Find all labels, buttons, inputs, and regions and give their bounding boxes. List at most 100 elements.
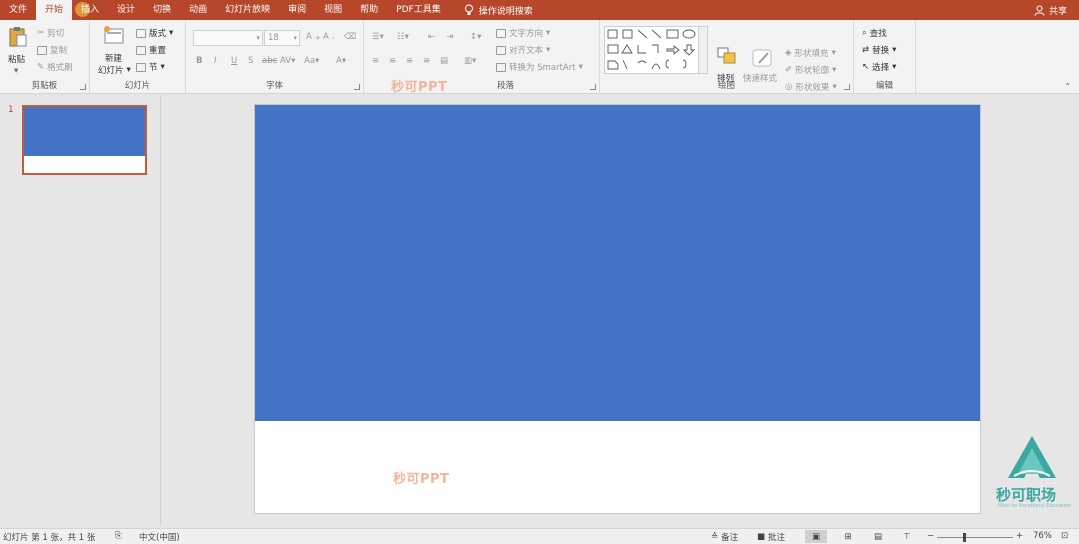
spelling-icon[interactable]: ⎘ [115,531,122,541]
copy-button[interactable]: 复制 [37,44,67,56]
align-center-button[interactable]: ≡ [389,56,396,66]
shape-fill-button[interactable]: ◈ 形状填充 ▾ [785,47,836,59]
clipboard-launcher-icon[interactable] [80,84,86,90]
tab-insert[interactable]: 插入 [72,0,108,20]
section-icon [136,62,146,72]
format-painter-button[interactable]: ✎ 格式刷 [37,61,73,73]
bullets-button[interactable]: ☰▾ [372,32,384,42]
tab-pdf-tools[interactable]: PDF工具集 [387,0,450,20]
blue-rectangle-shape[interactable] [255,105,980,421]
paste-button[interactable]: 粘贴 [8,53,25,65]
bold-button[interactable]: B [196,56,202,66]
justify-button[interactable]: ≡ [423,56,430,66]
tab-view[interactable]: 视图 [315,0,351,20]
section-button[interactable]: 节 ▾ [136,61,165,73]
font-group: 18 A+ A- ⌫ B I U S abc AV▾ Aa▾ A▾ 字体 [186,20,364,94]
smartart-icon [496,62,506,72]
tab-file[interactable]: 文件 [0,0,36,20]
columns-button[interactable]: ▥▾ [464,56,476,66]
slide-thumbnail[interactable] [22,105,147,175]
arrange-button[interactable]: 排列 [717,72,734,84]
replace-button[interactable]: ⇄ 替换 ▾ [862,44,896,56]
tell-me-search[interactable]: 操作说明搜索 [450,4,533,17]
char-spacing-button[interactable]: AV▾ [280,56,295,66]
normal-view-button[interactable]: ▣ [805,530,827,543]
shapes-gallery-icons [607,29,696,70]
strikethrough-button[interactable]: abc [262,56,277,66]
shape-effects-button[interactable]: ◎ 形状效果 ▾ [785,81,837,93]
font-launcher-icon[interactable] [354,84,360,90]
watermark-slide: 秒可PPT [393,472,450,487]
font-size-combo[interactable]: 18 [264,30,300,46]
comments-button[interactable]: ■ 批注 [757,531,785,543]
slideshow-button[interactable]: ⊤ [896,530,918,543]
reset-button[interactable]: 重置 [136,44,166,56]
align-text-button[interactable]: 对齐文本 ▾ [496,44,550,56]
fit-to-window-icon[interactable]: ⊡ [1061,531,1068,541]
search-icon: ⌕ [862,28,867,38]
slide-sorter-icon: ⊞ [844,531,852,542]
status-bar: 幻灯片 第 1 张，共 1 张 ⎘ 中文(中国) ≙ 备注 ■ 批注 ▣ ⊞ ▤ ⊤… [0,528,1079,544]
tab-help[interactable]: 帮助 [351,0,387,20]
layout-button[interactable]: 版式 ▾ [136,27,173,39]
select-button[interactable]: ↖ 选择 ▾ [862,61,896,73]
tab-slideshow[interactable]: 幻灯片放映 [216,0,279,20]
change-case-button[interactable]: Aa▾ [304,56,319,66]
italic-button[interactable]: I [214,56,217,66]
notes-button[interactable]: ≙ 备注 [711,531,738,543]
clear-format-icon[interactable]: ⌫ [344,32,356,42]
font-group-label: 字体 [265,81,283,91]
numbering-button[interactable]: ☷▾ [397,32,409,42]
tab-design[interactable]: 设计 [108,0,144,20]
font-color-button[interactable]: A▾ [336,56,346,66]
quick-styles-button[interactable]: 快速样式 [743,72,777,84]
layout-icon [136,28,146,38]
editing-group-label: 编辑 [875,81,893,91]
tell-me-label: 操作说明搜索 [478,6,533,17]
chevron-down-icon: ▾ [169,28,174,38]
line-spacing-button[interactable]: ↕▾ [470,32,481,42]
increase-indent-button[interactable]: ⇥ [446,32,453,42]
tab-home[interactable]: 开始 [36,0,73,20]
underline-button[interactable]: U [231,56,237,66]
new-slide-button[interactable]: 幻灯片 ▾ [98,64,131,76]
align-left-button[interactable]: ≡ [372,56,379,66]
zoom-in-button[interactable]: + [1016,531,1023,541]
shadow-button[interactable]: S [248,56,253,66]
font-name-combo[interactable] [193,30,263,46]
increase-font-button[interactable]: A + [306,32,321,42]
share-button[interactable]: 共享 [1034,0,1067,20]
find-button[interactable]: ⌕ 查找 [862,27,887,39]
comments-label: 批注 [768,533,786,543]
drawing-launcher-icon[interactable] [844,84,850,90]
slide-sorter-button[interactable]: ⊞ [837,530,859,543]
distributed-button[interactable]: ▤ [440,56,448,66]
cut-button[interactable]: ✂ 剪切 [37,27,64,39]
effects-icon: ◎ [785,82,793,92]
zoom-out-button[interactable]: − [927,531,934,541]
align-right-button[interactable]: ≡ [406,56,413,66]
slideshow-icon: ⊤ [903,531,911,542]
decrease-font-button[interactable]: A- [323,32,334,42]
tab-animations[interactable]: 动画 [180,0,216,20]
smartart-button[interactable]: 转换为 SmartArt ▾ [496,61,583,73]
tab-transitions[interactable]: 切换 [144,0,180,20]
new-slide-label-1[interactable]: 新建 [105,52,122,64]
paste-dropdown[interactable]: ▾ [14,66,18,76]
shapes-gallery[interactable] [604,26,704,74]
text-direction-label: 文字方向 [509,29,544,39]
zoom-slider-thumb[interactable] [963,533,966,542]
shape-outline-button[interactable]: ✐ 形状轮廓 ▾ [785,64,836,76]
reading-view-button[interactable]: ▤ [867,530,889,543]
language-indicator[interactable]: 中文(中国) [139,531,180,543]
paragraph-launcher-icon[interactable] [590,84,596,90]
collapse-ribbon-icon[interactable]: ⌃ [1064,82,1071,92]
shapes-gallery-scroll[interactable] [698,26,708,74]
slide-canvas[interactable]: 秒可PPT [254,104,981,514]
zoom-slider[interactable] [937,537,1013,538]
text-direction-button[interactable]: 文字方向 ▾ [496,27,550,39]
zoom-level[interactable]: 76% [1033,531,1052,541]
tab-review[interactable]: 审阅 [279,0,315,20]
decrease-indent-button[interactable]: ⇤ [428,32,435,42]
paint-bucket-icon: ◈ [785,48,792,58]
